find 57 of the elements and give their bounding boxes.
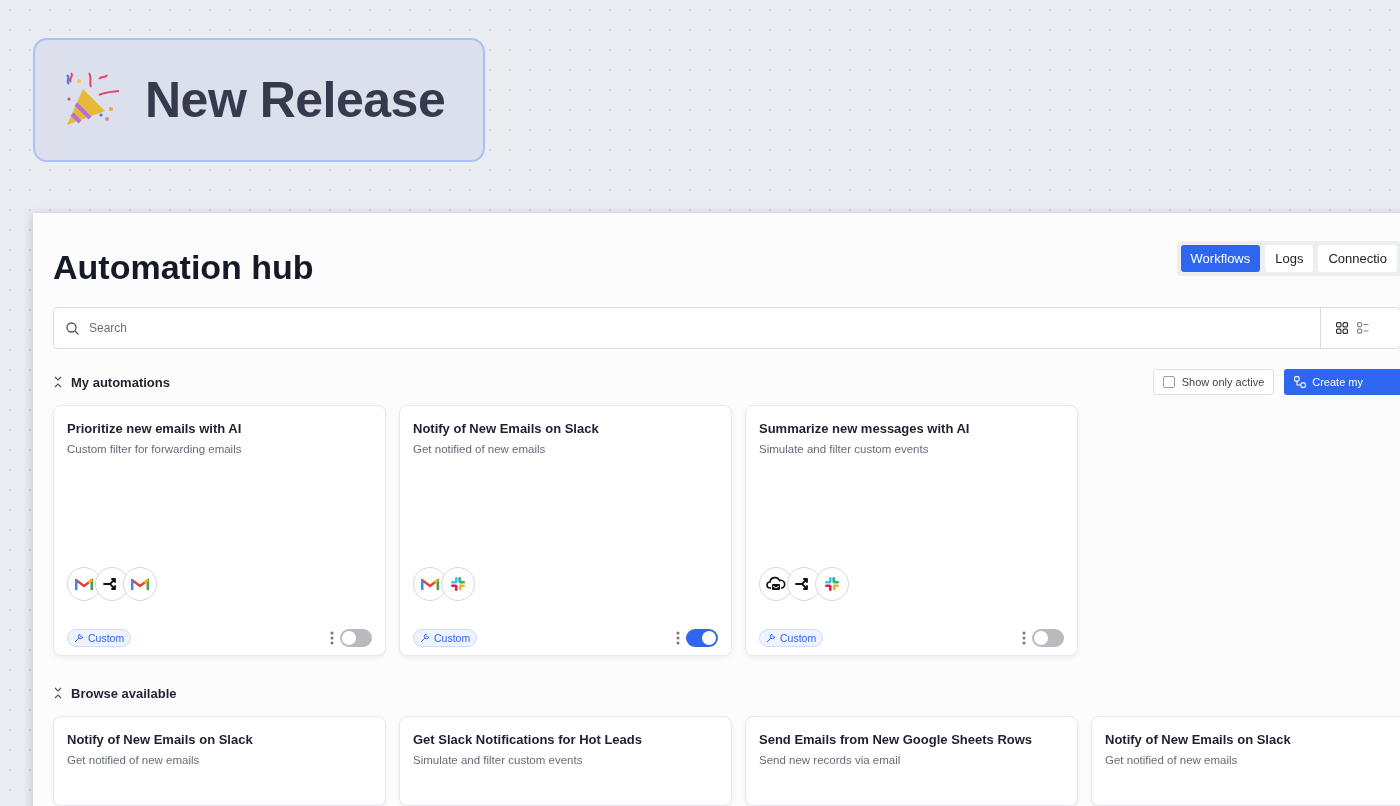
- tab[interactable]: Logs: [1265, 244, 1314, 272]
- card-description: Custom filter for forwarding emails: [67, 443, 243, 455]
- toggle-switch[interactable]: [686, 629, 718, 647]
- tag-label: Custom: [434, 632, 471, 644]
- section-title: Browse available: [71, 685, 177, 701]
- show-active-checkbox[interactable]: Show only active: [1152, 369, 1275, 395]
- more-icon: [676, 631, 680, 645]
- more-icon: [1022, 631, 1026, 645]
- toggle-switch[interactable]: [1032, 629, 1064, 647]
- tab[interactable]: Connectio: [1318, 244, 1397, 272]
- tab[interactable]: Workflows: [1180, 244, 1261, 272]
- automation-card[interactable]: Summarize new messages with AI Simulate and filter custom events Custom: [745, 405, 1078, 656]
- card-title: Notify of New Emails on Slack: [1105, 732, 1292, 747]
- hash-logo-icon: [450, 576, 466, 592]
- tag-label: Custom: [88, 632, 125, 644]
- search-bar[interactable]: Search: [53, 307, 1400, 349]
- checkbox[interactable]: [1162, 376, 1175, 388]
- collapse-icon[interactable]: [53, 687, 63, 699]
- grid-view-icon[interactable]: [1336, 322, 1348, 334]
- search-field[interactable]: Search: [79, 309, 1320, 347]
- card-title: Get Slack Notifications for Hot Leads: [413, 732, 643, 747]
- template-card[interactable]: Get Slack Notifications for Hot Leads Simulate and filter custom events: [399, 716, 732, 806]
- automation-card[interactable]: Prioritize new emails with AI Custom filter for forwarding emails Custom: [53, 405, 386, 656]
- card-description: Get notified of new emails: [413, 443, 547, 455]
- wrench-icon: [74, 633, 84, 643]
- collapse-icon[interactable]: [53, 376, 63, 388]
- card-description: Get notified of new emails: [67, 754, 201, 766]
- hash-logo-icon: [824, 576, 840, 592]
- list-view-icon[interactable]: [1357, 322, 1369, 334]
- tag-label: Custom: [780, 632, 817, 644]
- card-title: Summarize new messages with AI: [759, 421, 971, 436]
- search-icon: [66, 321, 79, 335]
- m-logo-icon: [131, 577, 149, 591]
- card-title: Prioritize new emails with AI: [67, 421, 243, 436]
- template-card[interactable]: Notify of New Emails on Slack Get notified of new emails: [53, 716, 386, 806]
- card-description: Simulate and filter custom events: [413, 754, 584, 766]
- card-description: Simulate and filter custom events: [759, 443, 930, 455]
- automation-card[interactable]: Notify of New Emails on Slack Get notified of new emails Custom: [399, 405, 732, 656]
- card-title: Send Emails from New Google Sheets Rows: [759, 732, 1034, 747]
- template-card[interactable]: Send Emails from New Google Sheets Rows Send new records via email: [745, 716, 1078, 806]
- section-title: My automations: [71, 374, 170, 390]
- m-logo-icon: [421, 577, 439, 591]
- wrench-icon: [766, 633, 776, 643]
- wrench-icon: [420, 633, 430, 643]
- nodes-icon: [1294, 376, 1307, 388]
- cloud-icon: [766, 576, 786, 592]
- toggle-switch[interactable]: [340, 629, 372, 647]
- create-button[interactable]: Create my: [1284, 369, 1400, 395]
- card-title: Notify of New Emails on Slack: [413, 421, 600, 436]
- banner-title: New Release: [145, 71, 446, 129]
- page-title: Automation hub: [53, 246, 314, 287]
- card-description: Send new records via email: [759, 754, 902, 766]
- card-title: Notify of New Emails on Slack: [67, 732, 254, 747]
- more-icon: [330, 631, 334, 645]
- card-description: Get notified of new emails: [1105, 754, 1239, 766]
- m-logo-icon: [75, 577, 93, 591]
- template-card[interactable]: Notify of New Emails on Slack Get notified of new emails: [1091, 716, 1400, 806]
